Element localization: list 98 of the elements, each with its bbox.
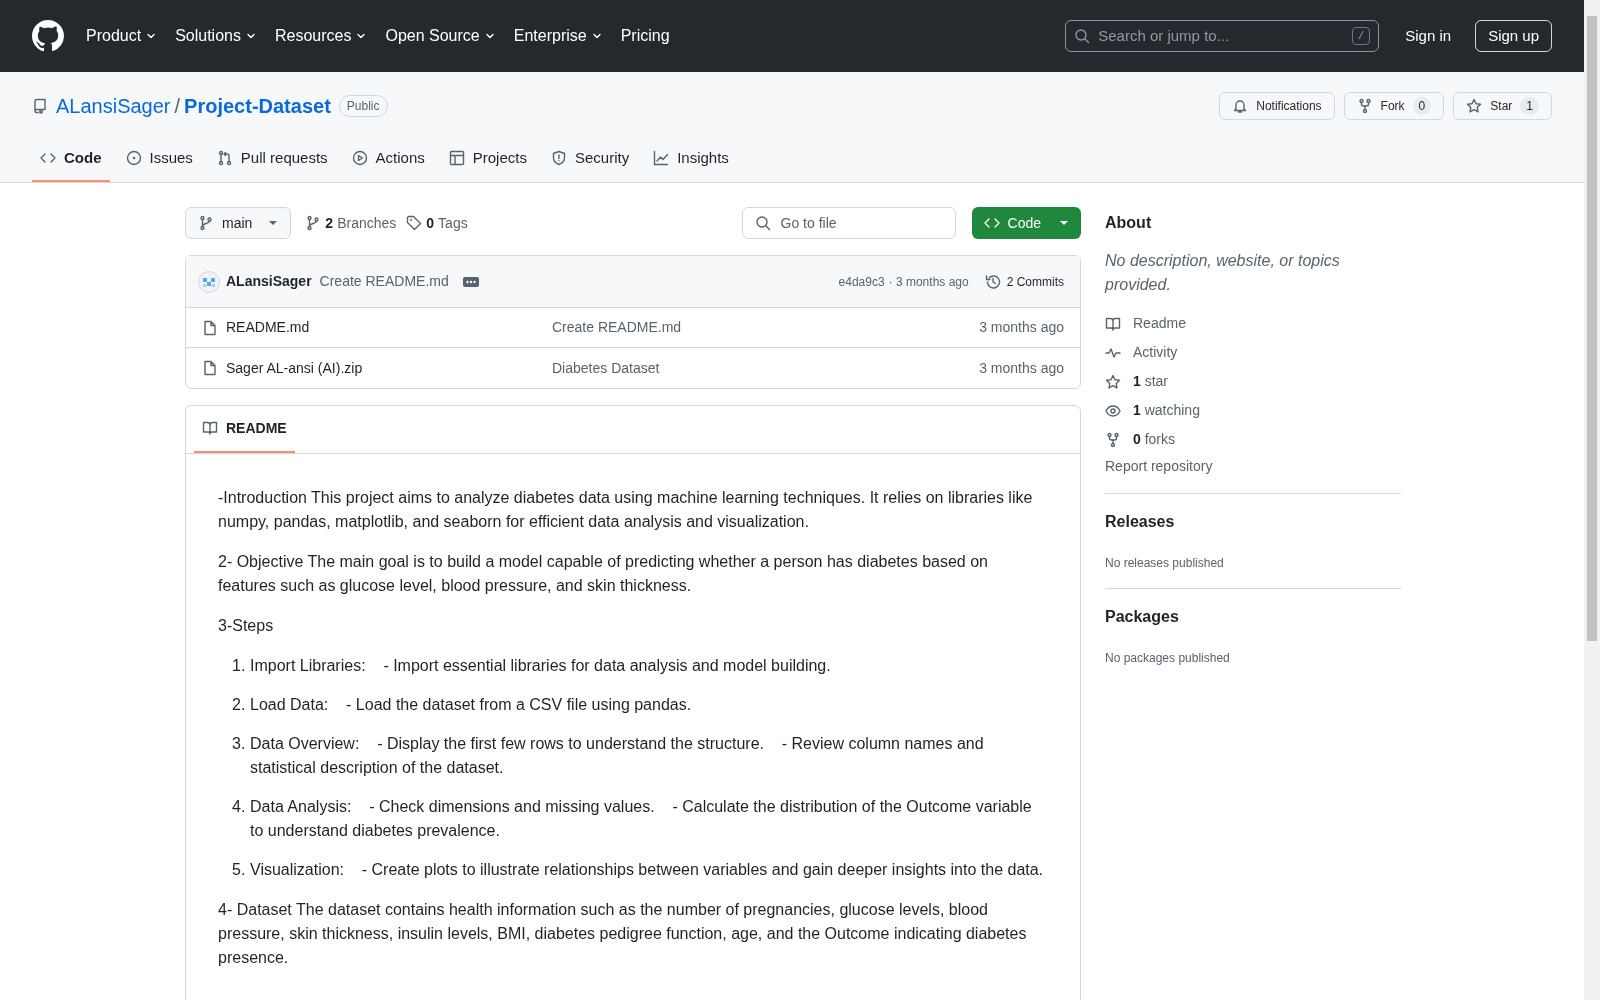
search-icon bbox=[754, 215, 771, 231]
search-placeholder: Search or jump to... bbox=[1098, 25, 1231, 46]
about-description: No description, website, or topics provided. bbox=[1105, 251, 1341, 295]
search-icon bbox=[1074, 28, 1091, 44]
about-link[interactable]: Activity bbox=[1105, 338, 1401, 367]
branch-selector[interactable]: main bbox=[185, 207, 292, 239]
caret-icon bbox=[268, 220, 279, 226]
list-number: 4. bbox=[232, 797, 247, 817]
scrollbar[interactable] bbox=[1584, 0, 1600, 1000]
file-time: 3 months ago bbox=[979, 358, 1064, 378]
shortcut-key: / bbox=[1351, 26, 1371, 46]
file-name-link[interactable]: README.md bbox=[226, 319, 310, 335]
graph-icon bbox=[653, 150, 670, 166]
report-link[interactable]: Report repository bbox=[1105, 456, 1401, 477]
list-number: 5. bbox=[232, 860, 247, 880]
about-link[interactable]: 0 forks bbox=[1105, 425, 1401, 454]
sign-up-button[interactable]: Sign up bbox=[1475, 20, 1552, 52]
branch-icon bbox=[198, 215, 214, 231]
repo-tab[interactable]: Pull requests bbox=[208, 136, 336, 182]
list-item-text: Visualization: - Create plots to illustrate relationships between variables and gain deeper insights into the data. bbox=[250, 860, 1044, 880]
commit-message-link[interactable]: Diabetes Dataset bbox=[552, 357, 660, 379]
repo-tab[interactable]: Projects bbox=[440, 136, 535, 182]
caret-icon bbox=[1059, 220, 1069, 226]
circle-dot-icon bbox=[125, 150, 142, 166]
fork-icon bbox=[1105, 431, 1121, 448]
commit-message-link[interactable]: Create README.md bbox=[552, 317, 682, 338]
list-number: 3. bbox=[232, 734, 247, 754]
code-button[interactable]: Code bbox=[971, 207, 1081, 239]
list-number: 1. bbox=[232, 656, 247, 676]
readme-paragraph: 4- Dataset The dataset contains health information such as the number of pregnancies, glucose levels, blood pressure, skin thickness, insulin levels, BMI, diabetes pedigree function, age, and the Outcome indicating diabetes presence. bbox=[218, 900, 1028, 968]
about-link[interactable]: 1 star bbox=[1105, 367, 1401, 396]
repo-tab[interactable]: Security bbox=[542, 136, 638, 182]
go-to-file-field[interactable]: Go to file bbox=[741, 207, 956, 239]
repo-name-link[interactable]: Project-Dataset bbox=[184, 91, 331, 121]
nav-menu-item[interactable]: Open Source bbox=[385, 24, 496, 48]
list-item-text: Load Data: - Load the dataset from a CSV file using pandas. bbox=[250, 695, 692, 715]
avatar bbox=[198, 270, 220, 293]
nav-menu-item[interactable]: Pricing bbox=[620, 24, 670, 48]
list-item-text: Data Overview: - Display the first few rows to understand the structure. - Review column names and statistical description of the dataset. bbox=[250, 734, 985, 778]
readme-tab[interactable]: README bbox=[194, 405, 295, 453]
section-heading: Packages bbox=[1105, 607, 1180, 627]
repo-tab[interactable]: Issues bbox=[117, 136, 201, 182]
eye-icon bbox=[1105, 402, 1121, 419]
commit-author-link[interactable]: ALansiSager bbox=[226, 271, 312, 292]
table-icon bbox=[448, 150, 465, 166]
nav-menu-item[interactable]: Product bbox=[86, 24, 158, 48]
empty-note: No packages published bbox=[1105, 650, 1231, 667]
owner-link[interactable]: ALansiSager bbox=[56, 91, 171, 121]
readme-paragraph: -Introduction This project aims to analyze diabetes data using machine learning techniques. It relies on libraries like numpy, pandas, matplotlib, and seaborn for efficient data analysis and visualization. bbox=[218, 488, 1034, 532]
empty-note: No releases published bbox=[1105, 555, 1225, 572]
repo-icon bbox=[32, 98, 48, 114]
repo-tab[interactable]: Code bbox=[32, 136, 110, 182]
pull-request-icon bbox=[216, 150, 233, 166]
star-button[interactable]: Star 1 bbox=[1453, 92, 1552, 120]
nav-menu-item[interactable]: Enterprise bbox=[513, 24, 603, 48]
branches-link[interactable]: 2 Branches bbox=[305, 212, 397, 234]
commit-hash-link[interactable]: e4da9c3 bbox=[838, 272, 885, 291]
readme-paragraph: 2- Objective The main goal is to build a model capable of predicting whether a person has diabetes based on features such as glucose level, blood pressure, and skin thickness. bbox=[218, 552, 989, 596]
section-heading: Releases bbox=[1105, 512, 1176, 532]
tag-icon bbox=[406, 215, 423, 231]
book-icon bbox=[1105, 315, 1121, 332]
repo-tab[interactable]: Actions bbox=[343, 136, 433, 182]
commit-message-link[interactable]: Create README.md bbox=[319, 271, 449, 292]
sign-in-link[interactable]: Sign in bbox=[1405, 24, 1452, 48]
commit-time: · 3 months ago bbox=[888, 273, 969, 291]
fork-icon bbox=[1356, 98, 1373, 114]
list-number: 2. bbox=[232, 695, 247, 715]
play-icon bbox=[351, 150, 368, 166]
nav-menu-item[interactable]: Resources bbox=[274, 24, 368, 48]
search-field[interactable]: Search or jump to... / bbox=[1065, 20, 1380, 52]
fork-button[interactable]: Fork 0 bbox=[1343, 92, 1445, 120]
ellipsis-icon[interactable] bbox=[462, 276, 479, 287]
about-link[interactable]: Readme bbox=[1105, 309, 1401, 338]
about-heading: About bbox=[1105, 213, 1153, 233]
file-icon bbox=[202, 360, 218, 376]
shield-icon bbox=[550, 150, 567, 166]
tags-link[interactable]: 0 Tags bbox=[406, 212, 468, 234]
repo-tab[interactable]: Insights bbox=[645, 136, 737, 182]
counter: 1 bbox=[1520, 97, 1539, 115]
star-icon bbox=[1466, 98, 1483, 114]
commits-link[interactable]: 2 Commits bbox=[984, 272, 1064, 291]
list-item-text: Import Libraries: - Import essential libraries for data analysis and model building. bbox=[250, 656, 831, 676]
bell-icon bbox=[1232, 98, 1249, 114]
history-icon bbox=[984, 273, 1001, 290]
book-icon bbox=[202, 420, 218, 436]
file-icon bbox=[202, 319, 218, 336]
nav-menu-item[interactable]: Solutions bbox=[175, 24, 257, 48]
about-link[interactable]: 1 watching bbox=[1105, 396, 1401, 425]
readme-paragraph: 3-Steps bbox=[218, 616, 275, 636]
notifications-button[interactable]: Notifications bbox=[1219, 92, 1335, 120]
file-name-link[interactable]: Sager AL-ansi (AI).zip bbox=[226, 359, 363, 376]
list-item-text: Data Analysis: - Check dimensions and missing values. - Calculate the distribution of the Outcome variable to understand diabetes prevalence. bbox=[250, 797, 1033, 841]
branch-icon bbox=[305, 215, 322, 231]
counter: 0 bbox=[1412, 97, 1432, 115]
octocat-logo-icon[interactable] bbox=[32, 20, 64, 52]
star-icon bbox=[1105, 373, 1121, 390]
path-separator: / bbox=[174, 94, 181, 119]
file-time: 3 months ago bbox=[979, 318, 1064, 337]
